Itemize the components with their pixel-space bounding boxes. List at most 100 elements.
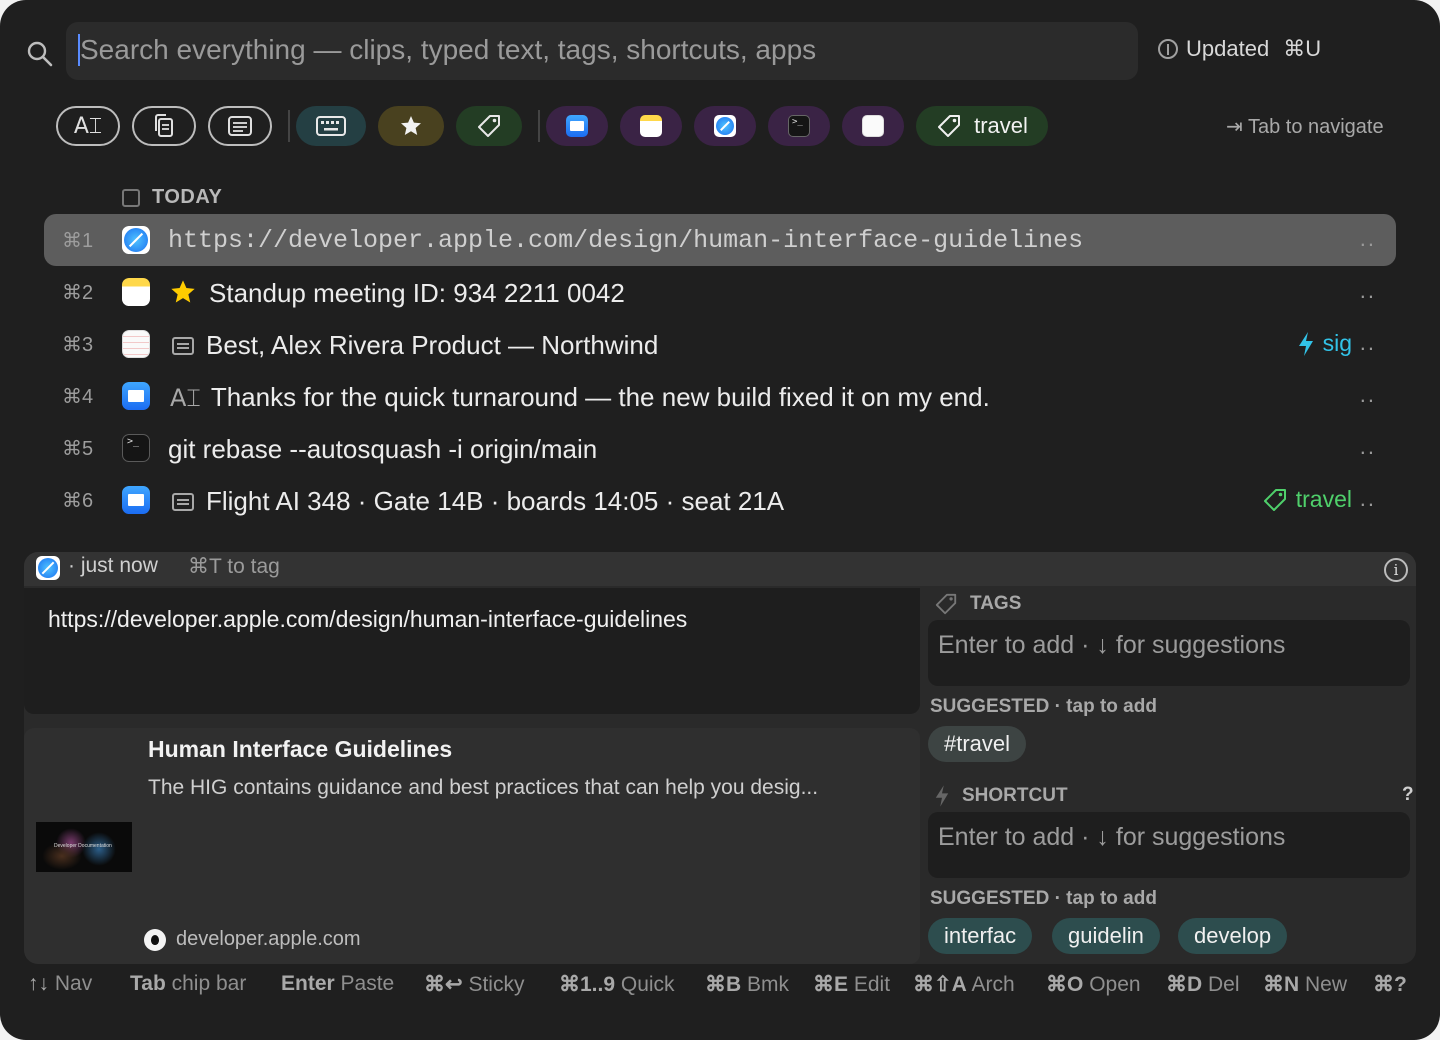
link-preview-domain[interactable]: developer.apple.com bbox=[144, 928, 361, 951]
tags-field[interactable] bbox=[928, 620, 1410, 686]
quick-key: ⌘6 bbox=[62, 490, 94, 512]
list-item[interactable]: ⌘4 A⌶ Thanks for the quick turnaround — t… bbox=[44, 370, 1396, 422]
hint-paste: Enter Paste bbox=[281, 972, 395, 995]
chip-app-reminders[interactable] bbox=[842, 106, 904, 146]
shortcut-help-button[interactable]: ? bbox=[1402, 784, 1414, 806]
domain-text: developer.apple.com bbox=[176, 928, 361, 950]
more-button[interactable]: .. bbox=[1360, 382, 1376, 408]
more-button[interactable]: .. bbox=[1360, 278, 1376, 304]
search-input[interactable] bbox=[80, 30, 1120, 70]
mail-app-icon bbox=[566, 115, 588, 137]
tags-label: TAGS bbox=[934, 592, 1021, 616]
tag-icon bbox=[938, 115, 961, 137]
suggested-shortcut-chip[interactable]: interfac bbox=[928, 918, 1033, 954]
chip-shortcuts[interactable] bbox=[296, 106, 366, 146]
chip-typed-text[interactable]: A⌶ bbox=[56, 106, 120, 146]
link-preview-description: The HIG contains guidance and best pract… bbox=[148, 776, 819, 799]
note-icon bbox=[228, 116, 252, 136]
hint-nav: ↑↓ Nav bbox=[28, 972, 93, 995]
chip-divider bbox=[288, 110, 290, 142]
tags-label-text: TAGS bbox=[970, 593, 1022, 614]
hint-edit: ⌘E Edit bbox=[813, 973, 891, 996]
link-preview-title: Human Interface Guidelines bbox=[148, 736, 453, 762]
chip-app-terminal[interactable]: >_ bbox=[768, 106, 830, 146]
chip-divider bbox=[538, 110, 540, 142]
chip-app-mail[interactable] bbox=[546, 106, 608, 146]
updated-label: Updated bbox=[1186, 36, 1270, 61]
chip-clips[interactable] bbox=[132, 106, 196, 146]
more-button[interactable]: .. bbox=[1360, 434, 1376, 460]
info-icon[interactable]: i bbox=[1384, 558, 1408, 582]
quick-key: ⌘2 bbox=[62, 282, 94, 304]
suggested-tag-chip[interactable]: #travel bbox=[928, 726, 1027, 762]
note-icon bbox=[172, 337, 194, 355]
shortcut-suggested-label: SUGGESTED · tap to add bbox=[930, 888, 1157, 909]
text-cursor-icon: A⌶ bbox=[73, 113, 103, 139]
tab-navigate-hint: ⇥ Tab to navigate bbox=[1226, 116, 1384, 138]
reminders-app-icon bbox=[122, 330, 150, 358]
tag-icon bbox=[1263, 488, 1286, 511]
star-icon bbox=[401, 116, 421, 135]
chip-notes[interactable] bbox=[208, 106, 272, 146]
tag-badge[interactable]: travel bbox=[1262, 486, 1352, 513]
more-button[interactable]: .. bbox=[1360, 226, 1376, 252]
chip-starred[interactable] bbox=[378, 106, 444, 146]
mail-app-icon bbox=[122, 486, 150, 514]
section-header-today: TODAY bbox=[122, 186, 222, 209]
chip-tagged[interactable] bbox=[456, 106, 522, 146]
link-preview-card[interactable]: Developer Documentation Human Interface … bbox=[24, 728, 920, 964]
keyboard-shortcut-bar: ↑↓ Nav Tab chip bar Enter Paste ⌘↩ Stick… bbox=[28, 972, 1418, 1002]
tag-hint: ⌘T to tag bbox=[188, 555, 280, 578]
quick-key: ⌘3 bbox=[62, 334, 94, 356]
copy-icon bbox=[155, 114, 173, 137]
tag-icon bbox=[935, 593, 957, 615]
calendar-icon bbox=[122, 188, 140, 207]
tags-input[interactable] bbox=[938, 628, 1398, 662]
terminal-app-icon: >_ bbox=[122, 434, 150, 462]
hint-help: ⌘? bbox=[1373, 973, 1407, 996]
chip-app-safari[interactable] bbox=[694, 106, 756, 146]
shortcut-input[interactable] bbox=[938, 820, 1398, 854]
safari-app-icon bbox=[714, 115, 736, 137]
chip-app-notes[interactable] bbox=[620, 106, 682, 146]
text-caret bbox=[78, 34, 80, 66]
updated-button[interactable]: Updated ⌘U bbox=[1158, 36, 1321, 62]
quick-key: ⌘5 bbox=[62, 438, 94, 460]
mail-app-icon bbox=[122, 382, 150, 410]
chip-tag-label: travel bbox=[974, 113, 1028, 138]
list-item[interactable]: ⌘3 Best, Alex Rivera Product — Northwind… bbox=[44, 318, 1396, 370]
terminal-app-icon: >_ bbox=[788, 115, 810, 137]
detail-panel: · just now ⌘T to tag i https://developer… bbox=[24, 552, 1416, 964]
item-text-wrap: Flight AI 348 · Gate 14B · boards 14:05 … bbox=[172, 486, 784, 517]
apple-logo-icon bbox=[144, 928, 166, 951]
list-item[interactable]: ⌘1 https://developer.apple.com/design/hu… bbox=[44, 214, 1396, 266]
item-text-wrap: A⌶ Thanks for the quick turnaround — the … bbox=[170, 382, 990, 413]
text-cursor-icon: A⌶ bbox=[170, 384, 201, 412]
list-item[interactable]: ⌘5 >_ git rebase --autosquash -i origin/… bbox=[44, 422, 1396, 474]
detail-timestamp: · just now bbox=[68, 554, 158, 577]
item-text: Standup meeting ID: 934 2211 0042 bbox=[209, 278, 625, 308]
item-text: https://developer.apple.com/design/human… bbox=[168, 226, 1084, 255]
suggested-shortcut-chip[interactable]: guidelin bbox=[1052, 918, 1160, 954]
thumbnail-caption: Developer Documentation bbox=[54, 843, 112, 849]
tag-shortcut-sidebar: TAGS SUGGESTED · tap to add #travel SHOR… bbox=[928, 588, 1416, 964]
tag-icon bbox=[478, 115, 500, 137]
list-item[interactable]: ⌘6 Flight AI 348 · Gate 14B · boards 14:… bbox=[44, 474, 1396, 526]
list-item[interactable]: ⌘2 Standup meeting ID: 934 2211 0042 .. bbox=[44, 266, 1396, 318]
shortcut-badge[interactable]: sig bbox=[1297, 330, 1352, 357]
more-button[interactable]: .. bbox=[1360, 330, 1376, 356]
item-text: Flight AI 348 · Gate 14B · boards 14:05 … bbox=[206, 486, 785, 516]
notes-app-icon bbox=[640, 115, 662, 137]
tag-badge-label: travel bbox=[1295, 486, 1352, 512]
hint-sticky: ⌘↩ Sticky bbox=[424, 973, 525, 996]
hint-delete: ⌘D Del bbox=[1166, 973, 1240, 996]
item-text: git rebase --autosquash -i origin/main bbox=[168, 434, 598, 464]
bolt-icon bbox=[1298, 331, 1313, 356]
suggested-shortcut-chip[interactable]: develop bbox=[1178, 918, 1288, 954]
section-title: TODAY bbox=[152, 186, 223, 208]
clip-content-box[interactable]: https://developer.apple.com/design/human… bbox=[24, 588, 920, 714]
shortcut-field[interactable] bbox=[928, 812, 1410, 878]
updated-shortcut: ⌘U bbox=[1283, 36, 1322, 61]
chip-tag-travel[interactable]: travel bbox=[916, 106, 1048, 146]
more-button[interactable]: .. bbox=[1360, 486, 1376, 512]
